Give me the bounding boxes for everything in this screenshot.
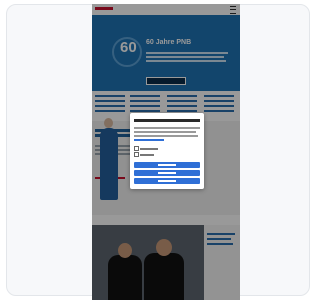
necessary-cookies-checkbox[interactable] bbox=[134, 146, 139, 151]
dialog-text-line bbox=[134, 131, 196, 133]
checkbox-label bbox=[140, 148, 158, 150]
dialog-text-line bbox=[134, 127, 200, 129]
reject-all-button[interactable] bbox=[134, 178, 200, 184]
dialog-text-line bbox=[134, 135, 198, 137]
checkbox-label bbox=[140, 154, 154, 156]
privacy-policy-link[interactable] bbox=[134, 139, 164, 141]
accept-all-button[interactable] bbox=[134, 170, 200, 176]
dialog-title bbox=[134, 119, 200, 122]
save-selection-button[interactable] bbox=[134, 162, 200, 168]
statistics-cookies-checkbox[interactable] bbox=[134, 152, 139, 157]
cookie-consent-dialog bbox=[130, 113, 204, 189]
